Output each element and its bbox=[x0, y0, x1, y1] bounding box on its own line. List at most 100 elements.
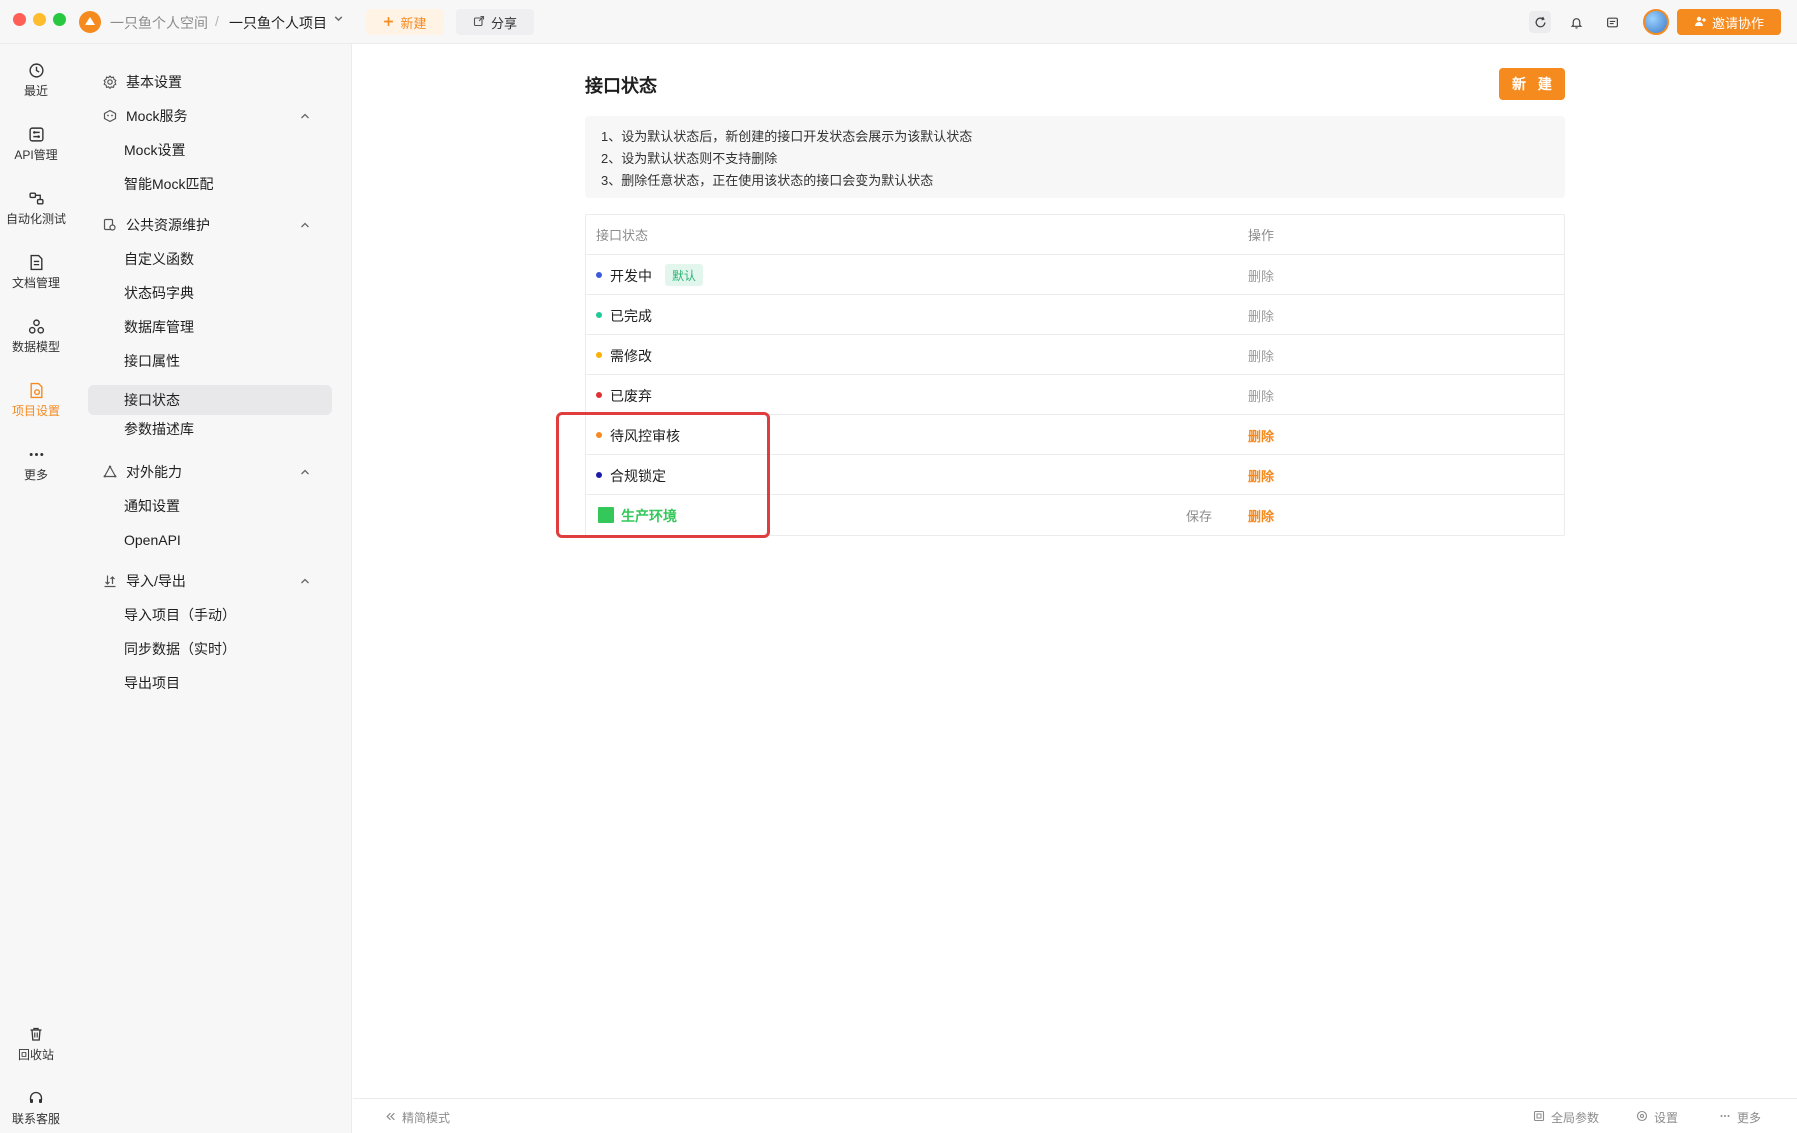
status-dot bbox=[596, 472, 602, 478]
message-icon[interactable] bbox=[1601, 11, 1623, 33]
rail-item-trash[interactable]: 回收站 bbox=[0, 1016, 72, 1072]
status-dot bbox=[596, 352, 602, 358]
minimize-window-button[interactable] bbox=[33, 13, 46, 26]
rail-label: 自动化测试 bbox=[5, 212, 66, 226]
rail-label: 更多 bbox=[23, 468, 48, 482]
nav-group-public-resources[interactable]: 公共资源维护 bbox=[88, 210, 328, 240]
refresh-icon[interactable] bbox=[1529, 11, 1551, 33]
status-dot bbox=[596, 392, 602, 398]
chevron-up-icon[interactable] bbox=[298, 574, 312, 588]
nav-item-status-codes[interactable]: 状态码字典 bbox=[88, 278, 332, 308]
rail-item-project-settings[interactable]: 项目设置 bbox=[0, 372, 72, 428]
user-avatar[interactable] bbox=[1643, 9, 1669, 35]
status-name-input[interactable]: 生产环境 bbox=[621, 506, 677, 526]
status-dot bbox=[596, 312, 602, 318]
nav-group-external[interactable]: 对外能力 bbox=[88, 457, 328, 487]
delete-button[interactable]: 删除 bbox=[1248, 466, 1274, 485]
rail-item-datamodel[interactable]: 数据模型 bbox=[0, 308, 72, 364]
more-button[interactable]: 更多 bbox=[1719, 1109, 1761, 1126]
settings-button[interactable]: 设置 bbox=[1636, 1109, 1678, 1126]
nav-item-openapi[interactable]: OpenAPI bbox=[88, 525, 332, 555]
rail-item-more[interactable]: 更多 bbox=[0, 436, 72, 492]
save-button[interactable]: 保存 bbox=[1186, 506, 1212, 525]
status-dot bbox=[596, 432, 602, 438]
nav-group-mock[interactable]: Mock服务 bbox=[88, 101, 328, 131]
compact-mode-toggle[interactable]: 精简模式 bbox=[385, 1109, 450, 1126]
rail-label: 最近 bbox=[23, 84, 48, 98]
more-icon bbox=[27, 445, 45, 463]
title-bar: 一只鱼个人空间 / 一只鱼个人项目 新建 分享 邀请协作 bbox=[0, 0, 1797, 44]
breadcrumb-workspace[interactable]: 一只鱼个人空间 bbox=[110, 13, 208, 33]
nav-item-api-attributes[interactable]: 接口属性 bbox=[88, 346, 332, 376]
more-label: 更多 bbox=[1737, 1111, 1762, 1125]
maximize-window-button[interactable] bbox=[53, 13, 66, 26]
table-header: 接口状态 操作 bbox=[586, 215, 1564, 255]
api-icon bbox=[27, 125, 45, 143]
delete-button[interactable]: 删除 bbox=[1248, 506, 1274, 525]
rail-item-support[interactable]: 联系客服 bbox=[0, 1080, 72, 1133]
left-rail: 最近 API管理 自动化测试 文档管理 数据模型 项目设置 更多 回收站 联系客… bbox=[0, 44, 72, 1133]
close-window-button[interactable] bbox=[13, 13, 26, 26]
new-button-label: 新建 bbox=[400, 15, 427, 31]
rail-label: 回收站 bbox=[17, 1048, 54, 1062]
nav-item-notifications[interactable]: 通知设置 bbox=[88, 491, 332, 521]
note-line: 2、设为默认状态则不支持删除 bbox=[601, 151, 778, 166]
table-row: 待风控审核 删除 bbox=[586, 415, 1564, 455]
nav-group-label: 公共资源维护 bbox=[126, 217, 210, 233]
chevron-up-icon[interactable] bbox=[298, 465, 312, 479]
chevron-down-icon[interactable] bbox=[333, 13, 344, 27]
status-name: 已废弃 bbox=[610, 388, 652, 404]
global-params-button[interactable]: 全局参数 bbox=[1533, 1109, 1599, 1126]
table-row: 已完成 删除 bbox=[586, 295, 1564, 335]
delete-button[interactable]: 删除 bbox=[1248, 426, 1274, 445]
global-params-label: 全局参数 bbox=[1551, 1111, 1600, 1125]
invite-button-label: 邀请协作 bbox=[1711, 15, 1764, 31]
settings-icon bbox=[27, 381, 45, 399]
nav-item-param-library[interactable]: 参数描述库 bbox=[88, 414, 332, 444]
nav-label: 基本设置 bbox=[126, 74, 182, 90]
chevron-up-icon[interactable] bbox=[298, 109, 312, 123]
delete-button: 删除 bbox=[1248, 269, 1275, 284]
delete-button: 删除 bbox=[1248, 389, 1275, 404]
rail-item-autotest[interactable]: 自动化测试 bbox=[0, 180, 72, 236]
status-dot bbox=[596, 272, 602, 278]
nav-item-database[interactable]: 数据库管理 bbox=[88, 312, 332, 342]
note-line: 1、设为默认状态后，新创建的接口开发状态会展示为该默认状态 bbox=[601, 129, 973, 144]
nav-item-api-status[interactable]: 接口状态 bbox=[88, 385, 332, 415]
nav-item-smart-mock[interactable]: 智能Mock匹配 bbox=[88, 169, 332, 199]
bell-icon[interactable] bbox=[1565, 11, 1587, 33]
breadcrumb-project[interactable]: 一只鱼个人项目 bbox=[229, 13, 327, 33]
default-badge: 默认 bbox=[665, 264, 704, 286]
rail-item-recent[interactable]: 最近 bbox=[0, 52, 72, 108]
nav-item-mock-settings[interactable]: Mock设置 bbox=[88, 135, 332, 165]
nav-item-sync-realtime[interactable]: 同步数据（实时） bbox=[88, 634, 332, 664]
delete-button: 删除 bbox=[1248, 309, 1275, 324]
table-row: 合规锁定 删除 bbox=[586, 455, 1564, 495]
rail-item-api[interactable]: API管理 bbox=[0, 116, 72, 172]
nav-group-label: 导入/导出 bbox=[126, 573, 186, 589]
rail-label: 联系客服 bbox=[11, 1112, 60, 1126]
nav-group-label: 对外能力 bbox=[126, 464, 182, 480]
share-nodes-icon bbox=[102, 464, 118, 480]
nav-item-export-project[interactable]: 导出项目 bbox=[88, 668, 332, 698]
share-button[interactable]: 分享 bbox=[456, 9, 534, 35]
import-export-icon bbox=[102, 573, 118, 589]
nav-item-custom-functions[interactable]: 自定义函数 bbox=[88, 244, 332, 274]
invite-button[interactable]: 邀请协作 bbox=[1677, 9, 1781, 35]
nav-item-basic-settings[interactable]: 基本设置 bbox=[88, 67, 328, 97]
rail-item-docs[interactable]: 文档管理 bbox=[0, 244, 72, 300]
rail-label: 数据模型 bbox=[11, 340, 60, 354]
settings-nav: 基本设置 Mock服务 Mock设置 智能Mock匹配 公共资源维护 自定义函数… bbox=[72, 44, 352, 1133]
color-picker-swatch[interactable] bbox=[598, 507, 614, 523]
nav-item-import-manual[interactable]: 导入项目（手动） bbox=[88, 600, 332, 630]
compact-mode-label: 精简模式 bbox=[402, 1111, 451, 1125]
status-name: 合规锁定 bbox=[610, 468, 666, 484]
nav-group-import-export[interactable]: 导入/导出 bbox=[88, 566, 328, 596]
new-button[interactable]: 新建 bbox=[366, 9, 444, 35]
params-icon bbox=[1533, 1110, 1545, 1125]
note-line: 3、删除任意状态，正在使用该状态的接口会变为默认状态 bbox=[601, 173, 934, 188]
plus-icon bbox=[383, 15, 394, 30]
chevron-up-icon[interactable] bbox=[298, 218, 312, 232]
new-status-button[interactable]: 新 建 bbox=[1499, 68, 1565, 100]
more-icon bbox=[1719, 1110, 1731, 1125]
